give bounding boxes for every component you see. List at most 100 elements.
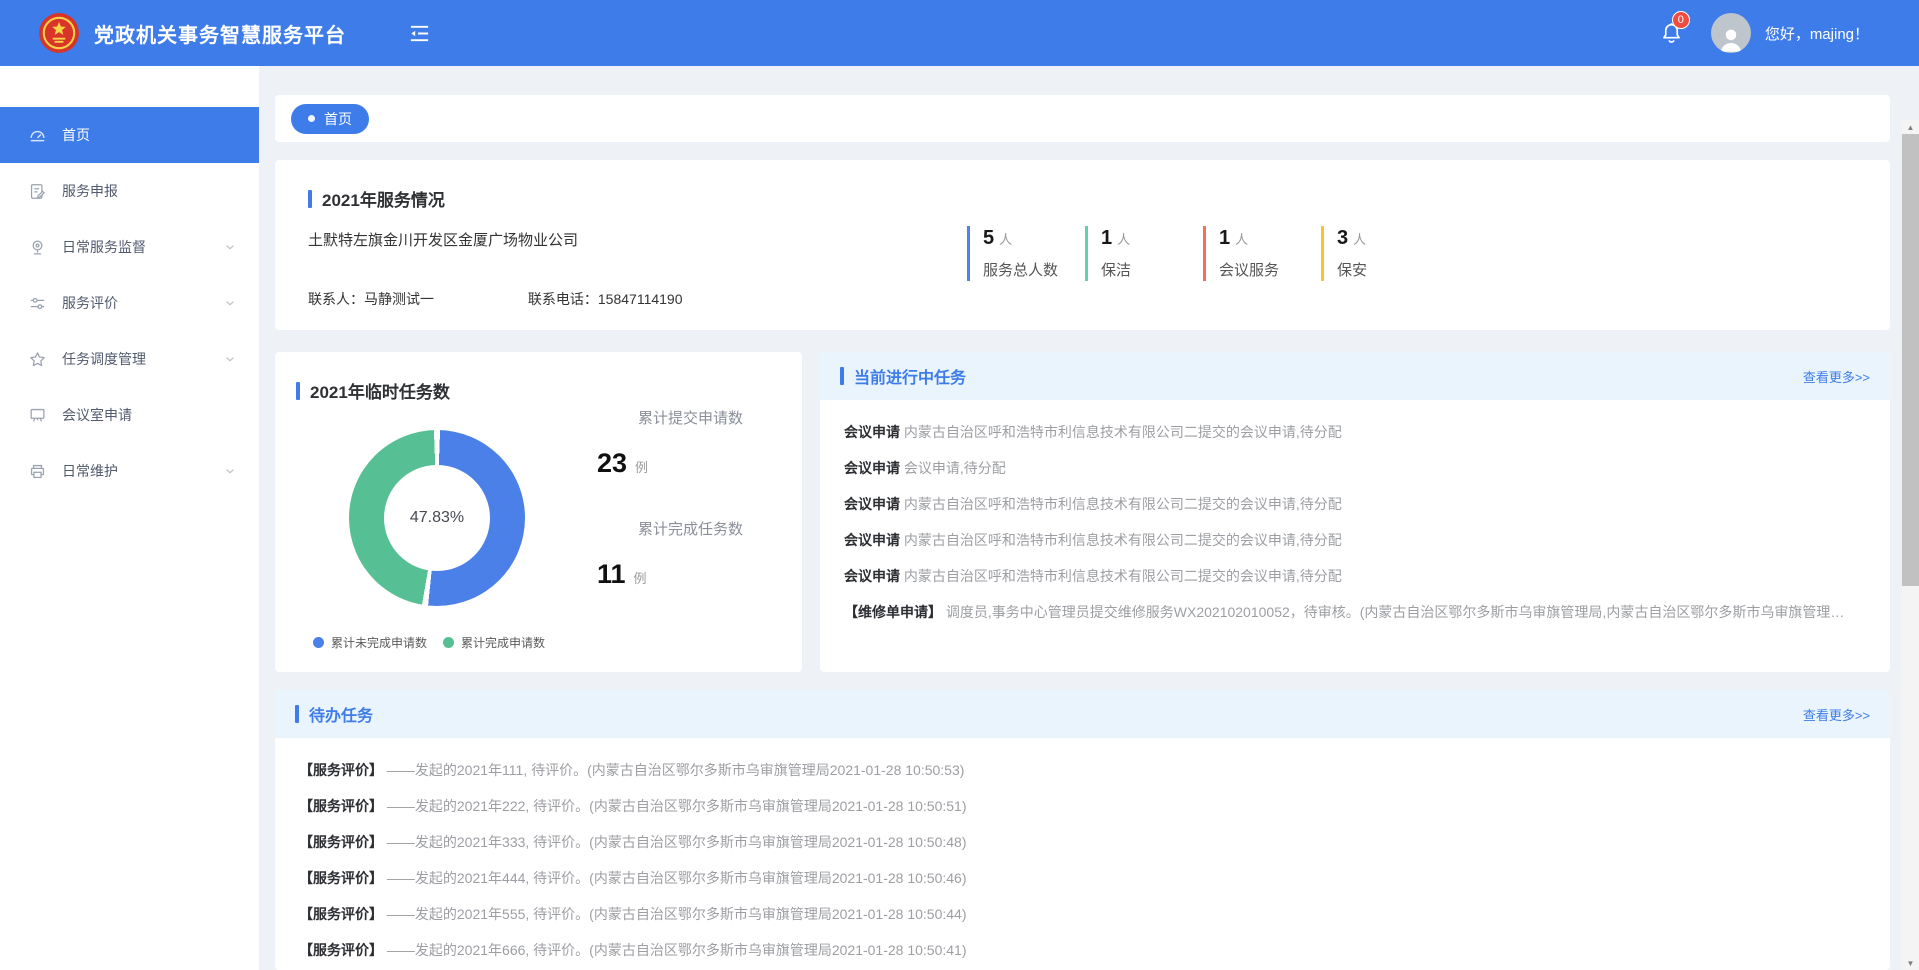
total-unit: 例	[635, 460, 648, 475]
total-unit: 例	[634, 571, 647, 586]
title-bar-icon	[308, 190, 312, 208]
todo-tasks-card: 待办任务 查看更多>> 【服务评价】 ——发起的2021年111, 待评价。(内…	[275, 690, 1890, 970]
notification-badge: 0	[1672, 11, 1690, 29]
donut-center-label: 47.83%	[410, 509, 464, 527]
scrollbar-thumb[interactable]	[1902, 134, 1919, 586]
title-bar-icon	[295, 705, 299, 723]
donut-chart: 47.83%	[349, 430, 525, 606]
overview-title: 2021年服务情况	[322, 186, 445, 211]
task-type: 会议申请	[844, 496, 900, 512]
scroll-up-icon[interactable]: ▲	[1902, 120, 1919, 134]
printer-icon	[28, 461, 48, 481]
total-item: 累计提交申请数 23例	[575, 410, 743, 479]
stat-label: 会议服务	[1219, 259, 1315, 280]
contact-row: 联系人：马静测试一 联系电话：15847114190	[308, 290, 683, 308]
todo-tasks-header: 待办任务 查看更多>>	[275, 690, 1890, 738]
stat-label: 保安	[1337, 259, 1433, 280]
ongoing-tasks-title: 当前进行中任务	[854, 364, 966, 388]
avatar[interactable]	[1711, 13, 1751, 53]
temp-tasks-card: 2021年临时任务数 47.83% 累计未完成申请数 累计完成申请数 累计提交申…	[275, 352, 802, 672]
todo-text: ——发起的2021年555, 待评价。(内蒙古自治区鄂尔多斯市乌审旗管理局202…	[387, 906, 967, 922]
total-value: 23例	[597, 448, 743, 479]
sidebar-item-label: 首页	[62, 125, 90, 145]
task-row[interactable]: 会议申请 内蒙古自治区呼和浩特市利信息技术有限公司二提交的会议申请,待分配	[844, 494, 1866, 515]
todo-row[interactable]: 【服务评价】 ——发起的2021年666, 待评价。(内蒙古自治区鄂尔多斯市乌审…	[299, 940, 1866, 961]
chevron-down-icon	[223, 296, 237, 310]
task-row[interactable]: 会议申请 内蒙古自治区呼和浩特市利信息技术有限公司二提交的会议申请,待分配	[844, 422, 1866, 443]
todo-type: 【服务评价】	[299, 798, 383, 814]
star-icon	[28, 349, 48, 369]
todo-type: 【服务评价】	[299, 762, 383, 778]
scroll-down-icon[interactable]: ▼	[1902, 956, 1919, 970]
ongoing-tasks-header: 当前进行中任务 查看更多>>	[820, 352, 1890, 400]
dashboard-icon	[28, 125, 48, 145]
breadcrumb-home-chip[interactable]: 首页	[291, 104, 369, 134]
stat-unit: 人	[1353, 232, 1366, 247]
sidebar-item[interactable]: 日常服务监督	[0, 219, 259, 275]
sidebar-item-label: 任务调度管理	[62, 349, 146, 369]
service-overview-card: 2021年服务情况 土默特左旗金川开发区金厦广场物业公司 联系人：马静测试一 联…	[275, 160, 1890, 330]
sidebar-item[interactable]: 会议室申请	[0, 387, 259, 443]
legend-dot-icon	[313, 637, 324, 648]
view-more-link[interactable]: 查看更多>>	[1803, 367, 1870, 386]
total-item: 累计完成任务数 11例	[575, 521, 743, 590]
service-stats: 5人 服务总人数 1人 保洁 1人 会议服务 3人 保安	[967, 226, 1439, 281]
vertical-scrollbar: ▲ ▼	[1902, 120, 1919, 970]
task-text: 内蒙古自治区呼和浩特市利信息技术有限公司二提交的会议申请,待分配	[904, 532, 1342, 548]
legend-dot-icon	[443, 637, 454, 648]
task-row[interactable]: 会议申请 会议申请,待分配	[844, 458, 1866, 479]
sidebar-item[interactable]: 服务评价	[0, 275, 259, 331]
legend-item[interactable]: 累计完成申请数	[443, 634, 545, 651]
stat-value: 3人	[1337, 227, 1433, 251]
sidebar-item-label: 会议室申请	[62, 405, 132, 425]
todo-row[interactable]: 【服务评价】 ——发起的2021年555, 待评价。(内蒙古自治区鄂尔多斯市乌审…	[299, 904, 1866, 925]
sidebar-item[interactable]: 日常维护	[0, 443, 259, 499]
monitor-icon	[28, 237, 48, 257]
collapse-menu-icon[interactable]	[408, 21, 432, 45]
chevron-down-icon	[223, 240, 237, 254]
sidebar-item[interactable]: 服务申报	[0, 163, 259, 219]
task-row[interactable]: 会议申请 内蒙古自治区呼和浩特市利信息技术有限公司二提交的会议申请,待分配	[844, 530, 1866, 551]
sidebar: 首页 服务申报 日常服务监督 服务评价 任务调度管理	[0, 66, 259, 970]
task-row[interactable]: 会议申请 内蒙古自治区呼和浩特市利信息技术有限公司二提交的会议申请,待分配	[844, 566, 1866, 587]
sidebar-item-label: 服务评价	[62, 293, 118, 313]
national-emblem-icon	[38, 12, 80, 54]
todo-row[interactable]: 【服务评价】 ——发起的2021年444, 待评价。(内蒙古自治区鄂尔多斯市乌审…	[299, 868, 1866, 889]
header-right: 0 您好，majing！	[1659, 13, 1869, 53]
card-title: 2021年临时任务数	[296, 378, 450, 403]
todo-type: 【服务评价】	[299, 942, 383, 958]
stat-value: 1人	[1101, 227, 1197, 251]
stat-item: 3人 保安	[1321, 226, 1433, 281]
chevron-down-icon	[223, 352, 237, 366]
doc-edit-icon	[28, 181, 48, 201]
task-type: 会议申请	[844, 424, 900, 440]
sidebar-item-label: 日常服务监督	[62, 237, 146, 257]
todo-row[interactable]: 【服务评价】 ——发起的2021年222, 待评价。(内蒙古自治区鄂尔多斯市乌审…	[299, 796, 1866, 817]
legend-item[interactable]: 累计未完成申请数	[313, 634, 427, 651]
title-bar-icon	[840, 367, 844, 385]
sidebar-item[interactable]: 任务调度管理	[0, 331, 259, 387]
todo-row[interactable]: 【服务评价】 ——发起的2021年111, 待评价。(内蒙古自治区鄂尔多斯市乌审…	[299, 760, 1866, 781]
board-icon	[28, 405, 48, 425]
todo-text: ——发起的2021年111, 待评价。(内蒙古自治区鄂尔多斯市乌审旗管理局202…	[387, 762, 965, 778]
chart-legend: 累计未完成申请数 累计完成申请数	[313, 634, 545, 651]
app-header: 党政机关事务智慧服务平台 0 您好，majing！	[0, 0, 1919, 66]
company-name: 土默特左旗金川开发区金厦广场物业公司	[308, 232, 578, 250]
notification-bell-icon[interactable]: 0	[1659, 20, 1685, 46]
stat-value: 1人	[1219, 227, 1315, 251]
task-type: 会议申请	[844, 532, 900, 548]
view-more-link[interactable]: 查看更多>>	[1803, 705, 1870, 724]
sliders-icon	[28, 293, 48, 313]
sidebar-item[interactable]: 首页	[0, 107, 259, 163]
stat-unit: 人	[1117, 232, 1130, 247]
todo-text: ——发起的2021年222, 待评价。(内蒙古自治区鄂尔多斯市乌审旗管理局202…	[387, 798, 967, 814]
legend-label: 累计完成申请数	[461, 634, 545, 651]
task-row[interactable]: 【维修单申请】 调度员,事务中心管理员提交维修服务WX202102010052，…	[844, 602, 1866, 623]
phone-number: 15847114190	[598, 291, 683, 307]
contact-name: 马静测试一	[364, 291, 434, 307]
ongoing-task-list: 会议申请 内蒙古自治区呼和浩特市利信息技术有限公司二提交的会议申请,待分配会议申…	[820, 400, 1890, 623]
todo-row[interactable]: 【服务评价】 ——发起的2021年333, 待评价。(内蒙古自治区鄂尔多斯市乌审…	[299, 832, 1866, 853]
stat-unit: 人	[1235, 232, 1248, 247]
todo-text: ——发起的2021年333, 待评价。(内蒙古自治区鄂尔多斯市乌审旗管理局202…	[387, 834, 967, 850]
card-title: 2021年服务情况	[308, 186, 445, 211]
